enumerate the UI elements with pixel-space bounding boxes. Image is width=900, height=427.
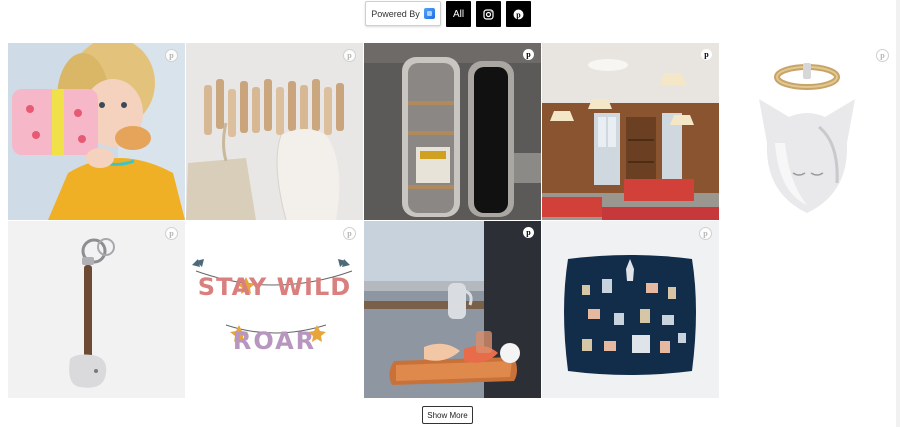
- pinterest-icon[interactable]: p: [876, 49, 889, 62]
- show-more-label: Show More: [427, 410, 468, 420]
- brand-logo-icon: [423, 8, 435, 19]
- pinterest-icon[interactable]: p: [343, 49, 356, 62]
- powered-by-badge[interactable]: Powered By: [365, 1, 441, 26]
- filter-all-button[interactable]: All: [446, 1, 471, 27]
- gallery-tile-wooden-hooks[interactable]: p: [186, 43, 363, 220]
- powered-by-label: Powered By: [371, 8, 420, 19]
- gallery-tile-cat-ring-holder[interactable]: p: [719, 43, 896, 220]
- filter-pinterest-button[interactable]: p: [506, 1, 531, 27]
- elephant-keychain-image: [8, 221, 185, 398]
- city-pillow-image: [542, 221, 719, 398]
- banner-line-2: ROAR: [232, 327, 317, 355]
- mirror-rack-image: [364, 43, 541, 220]
- gallery-tile-breakfast-tray[interactable]: p: [364, 221, 541, 398]
- pinterest-icon[interactable]: p: [523, 49, 534, 60]
- gallery-tile-elephant-keychain[interactable]: p: [8, 221, 185, 398]
- gallery-tile-letter-banner[interactable]: STAY WILD ROAR p: [186, 221, 363, 398]
- pinterest-icon[interactable]: p: [699, 227, 712, 240]
- gallery-tile-child-lunchbox[interactable]: p: [8, 43, 185, 220]
- pinterest-icon: p: [513, 9, 524, 19]
- letter-banner-image: [186, 221, 363, 398]
- pinterest-icon[interactable]: p: [701, 49, 712, 60]
- filter-instagram-button[interactable]: [476, 1, 501, 27]
- instagram-icon: [483, 8, 494, 20]
- show-more-button[interactable]: Show More: [422, 406, 473, 424]
- gallery-tile-city-pillow[interactable]: p: [542, 221, 719, 398]
- gallery-tile-mirror-rack[interactable]: p: [364, 43, 541, 220]
- pinterest-icon[interactable]: p: [343, 227, 356, 240]
- page-scrollbar[interactable]: [896, 0, 900, 427]
- cat-ring-holder-image: [719, 43, 896, 220]
- wooden-hooks-image: [186, 43, 363, 220]
- svg-text:p: p: [516, 10, 521, 19]
- child-lunchbox-image: [8, 43, 185, 220]
- pinterest-icon[interactable]: p: [165, 227, 178, 240]
- photo-gallery-grid: p p p p p p STAY WILD ROAR p p p: [8, 43, 896, 398]
- banner-line-1: STAY WILD: [197, 273, 352, 301]
- breakfast-tray-image: [364, 221, 541, 398]
- filter-all-label: All: [452, 8, 465, 20]
- office-interior-image: [542, 43, 719, 220]
- gallery-tile-office-interior[interactable]: p: [542, 43, 719, 220]
- social-feed-toolbar: Powered By All p: [0, 1, 900, 28]
- pinterest-icon[interactable]: p: [523, 227, 534, 238]
- pinterest-icon[interactable]: p: [165, 49, 178, 62]
